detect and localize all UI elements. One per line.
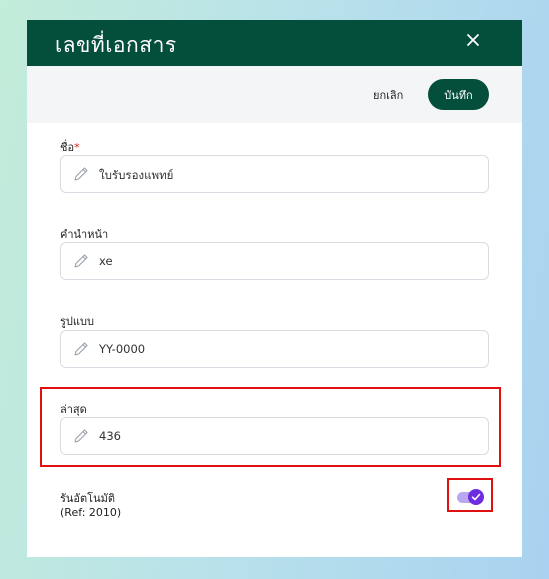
name-input[interactable]: ใบรับรองแพทย์ xyxy=(60,155,489,193)
dialog-header: เลขที่เอกสาร xyxy=(27,20,522,66)
auto-run-ref: (Ref: 2010) xyxy=(60,506,122,519)
latest-field-label: ล่าสุด xyxy=(60,403,87,416)
pencil-icon xyxy=(73,253,89,269)
prefix-value: xe xyxy=(99,254,113,268)
cancel-button[interactable]: ยกเลิก xyxy=(373,86,403,104)
pencil-icon xyxy=(73,428,89,444)
toggle-knob xyxy=(468,489,484,505)
check-icon xyxy=(471,493,481,501)
pencil-icon xyxy=(73,166,89,182)
name-value: ใบรับรองแพทย์ xyxy=(99,168,174,182)
auto-run-label: รันอัตโนมัติ xyxy=(60,492,115,505)
name-label-text: ชื่อ xyxy=(60,141,75,154)
prefix-input[interactable]: xe xyxy=(60,242,489,280)
dialog-title: เลขที่เอกสาร xyxy=(55,33,177,57)
pencil-icon xyxy=(73,341,89,357)
document-number-dialog: เลขที่เอกสาร ยกเลิก บันทึก ชื่อ* ใบรับรอ… xyxy=(27,20,522,557)
format-input[interactable]: YY-0000 xyxy=(60,330,489,368)
format-value: YY-0000 xyxy=(99,342,146,356)
close-icon[interactable] xyxy=(464,31,482,49)
required-mark: * xyxy=(74,141,80,154)
save-button[interactable]: บันทึก xyxy=(428,79,489,110)
latest-input[interactable]: 436 xyxy=(60,417,489,455)
dialog-toolbar: ยกเลิก บันทึก xyxy=(27,66,522,123)
format-field-label: รูปแบบ xyxy=(60,315,94,328)
auto-run-toggle[interactable] xyxy=(457,489,485,505)
latest-value: 436 xyxy=(99,429,121,443)
prefix-field-label: คำนำหน้า xyxy=(60,228,109,241)
name-field-label: ชื่อ* xyxy=(60,138,80,156)
